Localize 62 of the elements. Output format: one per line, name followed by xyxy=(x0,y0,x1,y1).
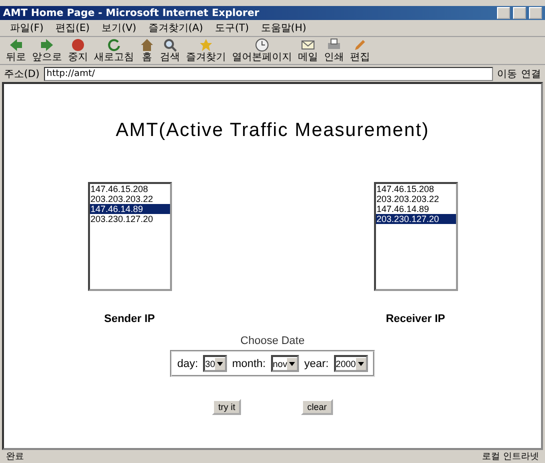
form-button[interactable]: clear xyxy=(301,399,333,415)
pencil-icon xyxy=(353,38,367,52)
search-icon xyxy=(163,38,177,52)
toolbar-button[interactable]: 메일 xyxy=(296,38,320,63)
dropdown[interactable]: 2000 xyxy=(334,355,368,372)
status-text: 완료 xyxy=(6,451,24,463)
field-label: year: xyxy=(304,358,329,370)
go-button[interactable]: 이동 xyxy=(497,66,517,80)
list-option[interactable]: 147.46.14.89 xyxy=(90,204,170,214)
dropdown-caret-icon xyxy=(356,358,366,370)
envelope-icon xyxy=(301,38,315,52)
maximize-button[interactable] xyxy=(513,7,526,19)
toolbar-button[interactable]: 홈 xyxy=(138,38,156,63)
dropdown-caret-icon xyxy=(287,358,298,370)
clock-icon xyxy=(255,38,269,52)
stop-icon xyxy=(71,38,85,52)
date-title: Choose Date xyxy=(240,335,305,347)
toolbar-button[interactable]: 인쇄 xyxy=(322,38,346,63)
toolbar-button[interactable]: 즐겨찾기 xyxy=(184,38,228,63)
address-label: 주소(D) xyxy=(4,68,40,80)
star-icon xyxy=(199,38,213,52)
dropdown[interactable]: 30 xyxy=(203,355,228,372)
list-option[interactable]: 203.203.203.22 xyxy=(376,194,456,204)
toolbar-button[interactable]: 검색 xyxy=(158,38,182,63)
ip-listbox[interactable]: 147.46.15.208 203.203.203.22 147.46.14.89 203.230.127.20 xyxy=(88,182,172,291)
ip-listbox[interactable]: 147.46.15.208 203.203.203.22 147.46.14.89 203.230.127.20 xyxy=(374,182,458,291)
toolbar-button[interactable]: 새로고침 xyxy=(92,38,136,63)
dropdown[interactable]: nov xyxy=(270,355,300,372)
list-option[interactable]: 203.230.127.20 xyxy=(90,214,170,224)
list-option[interactable]: 203.230.127.20 xyxy=(376,214,456,224)
menu-item[interactable]: 도구(T) xyxy=(215,21,249,35)
window-title: AMT Home Page - Microsoft Internet Explorer xyxy=(3,8,260,18)
dropdown-caret-icon xyxy=(215,358,226,370)
back-arrow-icon xyxy=(9,38,23,52)
toolbar-button[interactable]: 중지 xyxy=(66,38,90,63)
toolbar-button[interactable]: 앞으로 xyxy=(30,38,64,63)
menu-item[interactable]: 즐겨찾기(A) xyxy=(148,21,203,35)
field-label: day: xyxy=(177,358,198,370)
home-icon xyxy=(140,38,154,52)
list-option[interactable]: 147.46.14.89 xyxy=(376,204,456,214)
list-option[interactable]: 147.46.15.208 xyxy=(376,184,456,194)
zone-text: 로컬 인트라넷 xyxy=(482,451,539,463)
minimize-button[interactable] xyxy=(497,7,510,19)
field-label: month: xyxy=(232,358,266,370)
forward-arrow-icon xyxy=(40,38,54,52)
toolbar-button[interactable]: 열어본페이지 xyxy=(230,38,294,63)
address-field[interactable]: http://amt/ xyxy=(44,66,493,80)
form-button[interactable]: try it xyxy=(212,399,242,415)
toolbar-button[interactable]: 편집 xyxy=(348,38,372,63)
close-button[interactable] xyxy=(529,7,542,19)
menu-item[interactable]: 도움말(H) xyxy=(260,21,306,35)
list-option[interactable]: 147.46.15.208 xyxy=(90,184,170,194)
toolbar-button[interactable]: 뒤로 xyxy=(4,38,28,63)
links-button[interactable]: 연결 xyxy=(521,66,541,80)
list-label: Receiver IP xyxy=(386,313,446,325)
list-option[interactable]: 203.203.203.22 xyxy=(90,194,170,204)
menu-item[interactable]: 편집(E) xyxy=(56,21,90,35)
list-label: Sender IP xyxy=(104,313,155,325)
page-heading: AMT(Active Traffic Measurement) xyxy=(116,120,430,142)
menu-item[interactable]: 보기(V) xyxy=(102,21,136,35)
refresh-icon xyxy=(107,38,121,52)
menu-item[interactable]: 파일(F) xyxy=(10,21,44,35)
